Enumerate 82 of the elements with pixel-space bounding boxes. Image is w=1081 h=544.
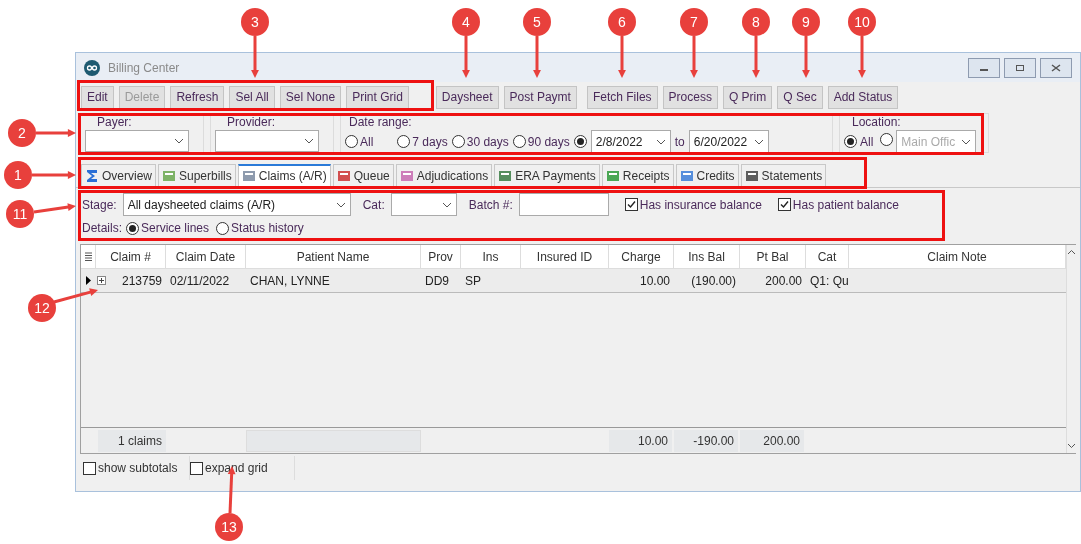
filter-label: to — [674, 133, 685, 151]
callout-badge: 9 — [792, 8, 820, 36]
checkbox-label: Has insurance balance — [639, 196, 762, 214]
table-cell-text: 02/11/2022 — [170, 272, 230, 290]
toolbar-button[interactable]: Daysheet — [435, 85, 499, 109]
filter-label: Cat: — [362, 196, 385, 214]
callout-badge: 1 — [4, 161, 32, 189]
toolbar-button[interactable]: Sel All — [229, 85, 275, 109]
dropdown-field[interactable]: 6/20/2022 — [688, 130, 769, 153]
callout-badge: 8 — [742, 8, 770, 36]
window-title: Billing Center — [108, 59, 180, 77]
filter-label: Date range: — [349, 114, 413, 130]
callout-badge: 4 — [452, 8, 480, 36]
toolbar-button[interactable]: Print Grid — [346, 85, 409, 109]
radio-label: 90 days — [527, 133, 570, 151]
filter-label: Payer: — [97, 114, 133, 130]
checkbox-label: show subtotals — [98, 460, 178, 477]
tab[interactable]: Superbills — [158, 164, 236, 187]
checkbox-label: expand grid — [205, 460, 268, 477]
callout-badge: 2 — [8, 119, 36, 147]
tab[interactable]: ERA Payments — [494, 164, 600, 187]
callout-badge: 6 — [608, 8, 636, 36]
radio-label: 30 days — [466, 133, 509, 151]
callout-badge: 5 — [523, 8, 551, 36]
column-header[interactable]: Patient Name — [246, 245, 421, 268]
column-header[interactable]: Charge — [609, 245, 674, 268]
tab[interactable]: Credits — [675, 164, 739, 187]
tab[interactable]: Queue — [332, 164, 394, 187]
filter-label: Provider: — [227, 114, 277, 130]
toolbar-button[interactable]: Add Status — [827, 85, 899, 109]
toolbar-button[interactable]: Q Prim — [722, 85, 773, 109]
table-cell-text: 10.00 — [639, 272, 670, 290]
filter-label: Stage: — [82, 196, 117, 214]
table-cell-text: SP — [465, 272, 481, 290]
filter-label: Location: — [852, 114, 902, 130]
toolbar-button[interactable]: Refresh — [170, 85, 225, 109]
column-header[interactable]: Ins Bal — [674, 245, 740, 268]
column-header[interactable]: Ins — [461, 245, 521, 268]
callout-badge: 11 — [6, 200, 34, 228]
toolbar-button[interactable]: Q Sec — [777, 85, 823, 109]
radio-label: Status history — [231, 220, 304, 237]
callout-badge: 12 — [28, 294, 56, 322]
checkbox-label: Has patient balance — [792, 196, 899, 214]
callout-badge: 10 — [848, 8, 876, 36]
tab[interactable]: Adjudications — [395, 164, 493, 187]
dropdown-field[interactable]: 2/8/2022 — [590, 130, 671, 153]
toolbar-button[interactable]: Post Paymt — [503, 85, 577, 109]
table-cell-text: Q1: Qu — [810, 272, 849, 290]
table-cell-text: CHAN, LYNNE — [250, 272, 330, 290]
total-cell: 10.00 — [609, 429, 672, 452]
filter-label: Details: — [82, 220, 122, 237]
toolbar-button[interactable]: Edit — [81, 85, 114, 109]
table-row[interactable]: 213759 02/11/2022 CHAN, LYNNE DD9 SP 10.00 (190.00) 200.00 Q1: Qu — [81, 269, 1066, 293]
table-cell-text: 213759 — [121, 272, 162, 290]
total-cell: -190.00 — [674, 429, 738, 452]
total-cell: 200.00 — [740, 429, 804, 452]
table-cell-text: 200.00 — [765, 272, 802, 290]
filter-label: Batch #: — [468, 196, 513, 214]
column-header[interactable]: Insured ID — [521, 245, 609, 268]
column-header[interactable]: Pt Bal — [740, 245, 806, 268]
radio-label: 7 days — [412, 133, 448, 151]
radio-label: Service lines — [141, 220, 210, 237]
tab[interactable]: Claims (A/R) — [237, 164, 331, 187]
column-header[interactable]: Claim # — [96, 245, 166, 268]
tab[interactable]: Receipts — [601, 164, 674, 187]
column-header[interactable]: Cat — [806, 245, 849, 268]
radio-label: All — [360, 133, 374, 151]
callout-badge: 3 — [241, 8, 269, 36]
radio-label: All — [860, 133, 874, 151]
column-header[interactable]: Claim Date — [166, 245, 246, 268]
toolbar-button[interactable]: Process — [662, 85, 718, 109]
tab[interactable]: Overview — [81, 164, 156, 187]
callout-badge: 13 — [215, 513, 243, 541]
callout-badge: 7 — [680, 8, 708, 36]
total-cell: 1 claims — [98, 429, 166, 452]
table-cell-text: DD9 — [425, 272, 449, 290]
table-cell-text: (190.00) — [691, 272, 736, 290]
toolbar-button[interactable]: Sel None — [279, 85, 342, 109]
column-header[interactable]: Prov — [421, 245, 461, 268]
dropdown-field[interactable]: All daysheeted claims (A/R) — [122, 193, 351, 216]
toolbar-button[interactable]: Fetch Files — [586, 85, 658, 109]
tab[interactable]: Statements — [740, 164, 827, 187]
